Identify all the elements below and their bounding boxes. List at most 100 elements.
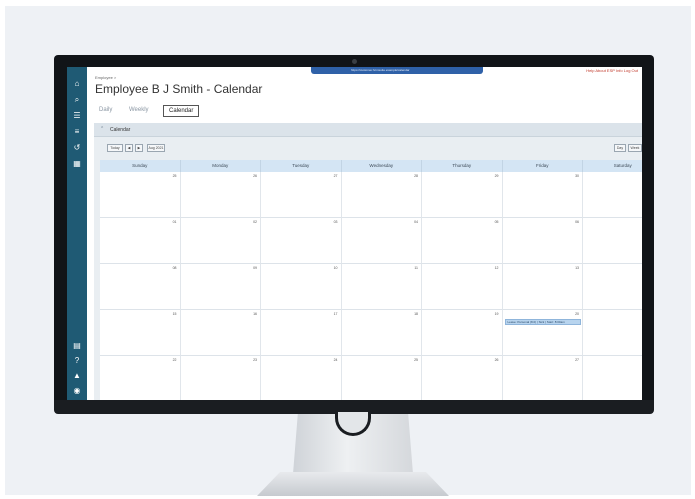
panel-header[interactable]: ⌃ Calendar	[94, 123, 642, 137]
date-number[interactable]: 29	[495, 174, 499, 178]
date-picker-button[interactable]: Aug 2021	[147, 144, 165, 152]
date-number[interactable]: 16	[253, 312, 257, 316]
date-number[interactable]: 23	[253, 358, 257, 362]
calendar-day-cell[interactable]: 05	[422, 218, 503, 264]
calendar-day-cell[interactable]: 07	[583, 218, 642, 264]
calendar-day-cell[interactable]: 11	[341, 264, 422, 310]
date-number[interactable]: 05	[495, 220, 499, 224]
calendar-day-cell[interactable]: 23	[181, 356, 261, 400]
calendar-day-cell[interactable]: 03	[261, 218, 342, 264]
calendar-day-cell[interactable]: 18	[341, 310, 422, 356]
calendar-header-row: Sunday Monday Tuesday Wednesday Thursday Frid…	[100, 160, 642, 172]
date-number[interactable]: 09	[253, 266, 257, 270]
tab-weekly[interactable]: Weekly	[129, 104, 149, 116]
bell-icon[interactable]: ▲	[72, 371, 82, 381]
date-number[interactable]: 18	[414, 312, 418, 316]
calendar-day-cell[interactable]: 12	[422, 264, 503, 310]
calendar-panel: ⌃ Calendar Today ◀ ▶ Aug 2021 Day Week S…	[94, 123, 642, 400]
home-icon[interactable]: ⌂	[72, 79, 82, 89]
date-number[interactable]: 13	[575, 266, 579, 270]
calendar-day-cell[interactable]: 21	[583, 310, 642, 356]
calendar-day-cell[interactable]: 01	[100, 218, 181, 264]
today-button[interactable]: Today	[107, 144, 123, 152]
calendar-day-cell[interactable]: 25	[342, 356, 422, 400]
history-icon[interactable]: ↺	[72, 143, 82, 153]
top-links[interactable]: Help About ESP Info Log Out	[586, 68, 638, 73]
date-number[interactable]: 25	[173, 174, 177, 178]
calendar-day-cell[interactable]: 20	[502, 310, 583, 356]
calendar-day-cell[interactable]: 15	[100, 310, 181, 356]
screen: ⌂ ⌕ ☰ ≡ ↺ ▦ ▤? ▲ ◉ https://customer.hcmsuite.ex…	[67, 67, 642, 400]
menu-icon[interactable]: ☰	[72, 111, 82, 121]
date-number[interactable]: 01	[173, 220, 177, 224]
monitor-stand-base	[257, 472, 449, 496]
day-header-monday: Monday	[181, 160, 261, 172]
calendar-day-cell[interactable]: 25	[100, 172, 181, 218]
list-icon[interactable]: ≡	[72, 127, 82, 137]
user-icon[interactable]: ◉	[72, 386, 82, 396]
camera-dot	[352, 59, 357, 64]
month-calendar: Sunday Monday Tuesday Wednesday Thursday Frid…	[100, 160, 642, 400]
calendar-day-cell[interactable]: 26	[422, 356, 503, 400]
grid-icon[interactable]: ▦	[72, 159, 82, 169]
date-number[interactable]: 10	[334, 266, 338, 270]
date-number[interactable]: 22	[173, 358, 177, 362]
calendar-day-cell[interactable]: 27	[503, 356, 583, 400]
date-number[interactable]: 02	[253, 220, 257, 224]
calendar-day-cell[interactable]: 26	[180, 172, 261, 218]
tab-daily[interactable]: Daily	[99, 104, 112, 116]
calendar-day-cell[interactable]: 10	[261, 264, 342, 310]
tab-calendar[interactable]: Calendar	[163, 105, 200, 117]
calendar-day-cell[interactable]: 14	[583, 264, 642, 310]
calendar-day-cell[interactable]: 28	[341, 172, 422, 218]
chat-icon[interactable]: ▤	[72, 341, 82, 351]
search-icon[interactable]: ⌕	[72, 95, 82, 105]
collapse-icon[interactable]: ⌃	[100, 126, 104, 132]
date-number[interactable]: 08	[173, 266, 177, 270]
date-number[interactable]: 28	[414, 174, 418, 178]
date-number[interactable]: 27	[334, 174, 338, 178]
date-number[interactable]: 04	[414, 220, 418, 224]
calendar-day-cell[interactable]: 28	[583, 356, 642, 400]
date-number[interactable]: 26	[253, 174, 257, 178]
calendar-day-cell[interactable]: 29	[422, 172, 503, 218]
calendar-day-cell[interactable]: 30	[502, 172, 583, 218]
calendar-event[interactable]: Leave: Personal (8.0) | Sick | Start: 8:…	[504, 319, 581, 325]
browser-url-bar[interactable]: https://customer.hcmsuite.example/calend…	[311, 67, 483, 74]
top-bar: https://customer.hcmsuite.example/calend…	[87, 67, 642, 75]
prev-button[interactable]: ◀	[125, 144, 133, 152]
date-number[interactable]: 26	[495, 358, 499, 362]
calendar-day-cell[interactable]: 27	[261, 172, 342, 218]
day-view-button[interactable]: Day	[614, 144, 626, 152]
date-number[interactable]: 03	[334, 220, 338, 224]
calendar-day-cell[interactable]: 16	[180, 310, 261, 356]
date-number[interactable]: 06	[575, 220, 579, 224]
next-button[interactable]: ▶	[135, 144, 143, 152]
date-number[interactable]: 19	[495, 312, 499, 316]
calendar-day-cell[interactable]: 22	[100, 356, 181, 400]
calendar-day-cell[interactable]: 31	[583, 172, 642, 218]
calendar-day-cell[interactable]: 24	[261, 356, 342, 400]
date-number[interactable]: 30	[575, 174, 579, 178]
page-title: Employee B J Smith - Calendar	[95, 82, 263, 96]
panel-title: Calendar	[110, 127, 131, 133]
help-icon[interactable]: ?	[72, 356, 82, 366]
calendar-day-cell[interactable]: 09	[180, 264, 261, 310]
calendar-day-cell[interactable]: 13	[502, 264, 583, 310]
week-view-button[interactable]: Week	[628, 144, 642, 152]
calendar-day-cell[interactable]: 19	[422, 310, 503, 356]
calendar-day-cell[interactable]: 04	[341, 218, 422, 264]
date-number[interactable]: 11	[414, 266, 418, 270]
calendar-day-cell[interactable]: 17	[261, 310, 342, 356]
date-number[interactable]: 12	[495, 266, 499, 270]
date-number[interactable]: 15	[173, 312, 177, 316]
date-number[interactable]: 27	[575, 358, 579, 362]
date-number[interactable]: 24	[334, 358, 338, 362]
date-number[interactable]: 20	[575, 312, 579, 316]
calendar-day-cell[interactable]: 08	[100, 264, 181, 310]
calendar-day-cell[interactable]: 02	[180, 218, 261, 264]
calendar-day-cell[interactable]: 06	[502, 218, 583, 264]
date-number[interactable]: 17	[334, 312, 338, 316]
date-number[interactable]: 25	[414, 358, 418, 362]
breadcrumb[interactable]: Employee >	[95, 75, 116, 80]
